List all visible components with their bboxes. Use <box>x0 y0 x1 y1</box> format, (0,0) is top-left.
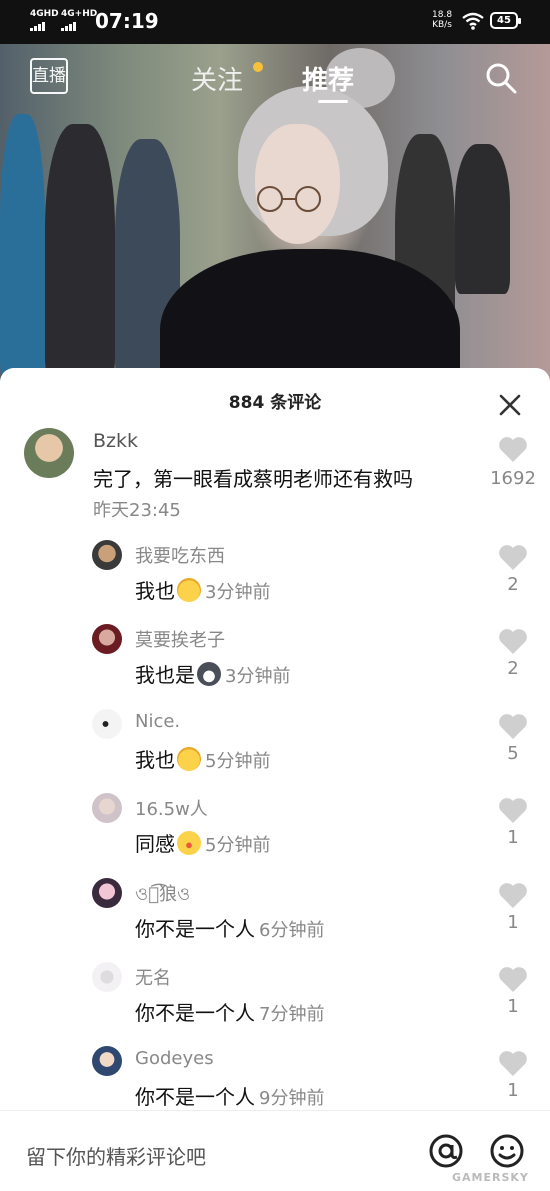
avatar[interactable] <box>92 624 122 654</box>
reply-text: 你不是一个人 <box>135 917 255 941</box>
avatar[interactable] <box>92 709 122 739</box>
reply-text: 我也是 <box>135 663 195 687</box>
signal-2-label: 4G+HD <box>61 9 98 19</box>
reply-item: Nice. 我也 5分钟前 5 <box>0 703 550 783</box>
background-person <box>45 124 115 384</box>
comment-input[interactable]: 留下你的精彩评论吧 <box>26 1141 206 1170</box>
background-person <box>0 114 45 384</box>
reply-time: 5分钟前 <box>205 835 271 856</box>
avatar[interactable] <box>92 540 122 570</box>
like-heart-icon[interactable] <box>498 544 528 571</box>
app-screen: 4GHD 4G+HD 07:19 18.8 KB/s 45 直播 关注 推荐 8… <box>0 0 550 1191</box>
reply-content: 你不是一个人 9分钟前 <box>135 1081 324 1110</box>
reply-username[interactable]: 莫要挨老子 <box>135 626 225 652</box>
signal-1-label: 4GHD <box>30 9 59 19</box>
reply-text: 我也 <box>135 748 175 772</box>
new-content-dot <box>253 62 263 72</box>
reply-time: 6分钟前 <box>259 920 325 941</box>
reply-text: 你不是一个人 <box>135 1001 255 1025</box>
reply-time: 7分钟前 <box>259 1004 325 1025</box>
battery-indicator: 45 <box>490 12 521 29</box>
reply-text: 同感 <box>135 832 175 856</box>
tab-recommend[interactable]: 推荐 <box>302 60 354 97</box>
signal-indicator-2: 4G+HD <box>61 9 98 31</box>
reply-item: 我要吃东西我也 3分钟前 2 <box>0 534 550 614</box>
surprised-emoji <box>177 831 201 855</box>
like-heart-icon[interactable] <box>498 628 528 655</box>
smile-icon[interactable] <box>489 1133 525 1169</box>
glasses-shape <box>257 186 321 212</box>
tab-follow[interactable]: 关注 <box>191 60 243 97</box>
comment-count-title: 884 条评论 <box>228 393 322 413</box>
wifi-icon <box>462 12 484 30</box>
like-count: 1 <box>507 996 519 1017</box>
reply-username[interactable]: 我要吃东西 <box>135 542 225 568</box>
like-heart-icon[interactable] <box>498 713 528 740</box>
active-tab-indicator <box>318 100 348 103</box>
signal-indicator-1: 4GHD <box>30 9 59 31</box>
reply-time: 3分钟前 <box>205 582 271 603</box>
reply-content: 你不是一个人 7分钟前 <box>135 997 324 1026</box>
like-heart-icon[interactable] <box>498 1050 528 1077</box>
like-count: 2 <box>507 574 519 595</box>
like-count: 1 <box>507 827 519 848</box>
like-count: 1 <box>507 1080 519 1101</box>
comment-text: 完了，第一眼看成蔡明老师还有救吗 <box>93 467 413 491</box>
main-comment: Bzkk 完了，第一眼看成蔡明老师还有救吗 昨天23:45 1692 <box>0 426 550 526</box>
watermark: GAMERSKY <box>452 1171 529 1184</box>
reply-item: 莫要挨老子我也是 3分钟前 2 <box>0 618 550 698</box>
reply-item: 无名你不是一个人 7分钟前 1 <box>0 956 550 1036</box>
signal-bars-icon <box>30 21 59 31</box>
like-count: 2 <box>507 658 519 679</box>
reply-username[interactable]: 无名 <box>135 964 171 990</box>
reply-item: ও独͡狼ও 你不是一个人 6分钟前 1 <box>0 872 550 952</box>
network-speed-value: 18.8 <box>432 10 453 20</box>
husky-emoji <box>197 662 221 686</box>
search-icon[interactable] <box>485 62 517 94</box>
reply-content: 我也 5分钟前 <box>135 744 270 773</box>
at-icon[interactable] <box>428 1133 464 1169</box>
avatar[interactable] <box>92 878 122 908</box>
reply-text: 我也 <box>135 579 175 603</box>
laugh-cry-emoji <box>177 578 201 602</box>
avatar[interactable] <box>92 1046 122 1076</box>
like-heart-icon[interactable] <box>498 966 528 993</box>
reply-content: 同感 5分钟前 <box>135 828 270 857</box>
reply-item: Godeyes 你不是一个人 9分钟前 1 <box>0 1040 550 1120</box>
reply-content: 你不是一个人 6分钟前 <box>135 913 324 942</box>
reply-time: 9分钟前 <box>259 1088 325 1109</box>
close-icon[interactable] <box>497 392 523 418</box>
like-count: 5 <box>507 743 519 764</box>
like-heart-icon[interactable] <box>498 436 528 463</box>
network-speed-unit: KB/s <box>432 20 452 30</box>
comment-time: 昨天23:45 <box>93 500 181 521</box>
reply-username[interactable]: ও独͡狼ও <box>135 880 190 911</box>
reply-item: 16.5w人 同感 5分钟前 1 <box>0 787 550 867</box>
avatar[interactable] <box>92 962 122 992</box>
reply-time: 3分钟前 <box>225 666 291 687</box>
reply-content: 我也 3分钟前 <box>135 575 270 604</box>
background-person <box>455 144 510 294</box>
comment-username[interactable]: Bzkk <box>93 430 138 452</box>
laugh-cry-emoji <box>177 747 201 771</box>
clock: 07:19 <box>95 9 159 33</box>
top-navigation: 直播 关注 推荐 <box>0 44 550 106</box>
like-count: 1 <box>507 912 519 933</box>
comment-panel: 884 条评论 Bzkk 完了，第一眼看成蔡明老师还有救吗 昨天23:45 16… <box>0 368 550 1191</box>
network-speed: 18.8 KB/s <box>432 10 452 30</box>
signal-bars-icon <box>61 21 97 31</box>
reply-username[interactable]: Nice. <box>135 711 180 732</box>
reply-username[interactable]: Godeyes <box>135 1048 214 1069</box>
live-button[interactable]: 直播 <box>30 58 68 94</box>
avatar[interactable] <box>92 793 122 823</box>
reply-text: 你不是一个人 <box>135 1085 255 1109</box>
like-count: 1692 <box>490 468 536 489</box>
reply-content: 我也是 3分钟前 <box>135 659 290 688</box>
reply-username[interactable]: 16.5w人 <box>135 795 208 821</box>
like-heart-icon[interactable] <box>498 797 528 824</box>
like-heart-icon[interactable] <box>498 882 528 909</box>
avatar[interactable] <box>24 428 74 478</box>
reply-time: 5分钟前 <box>205 751 271 772</box>
status-bar: 4GHD 4G+HD 07:19 18.8 KB/s 45 <box>0 0 550 44</box>
